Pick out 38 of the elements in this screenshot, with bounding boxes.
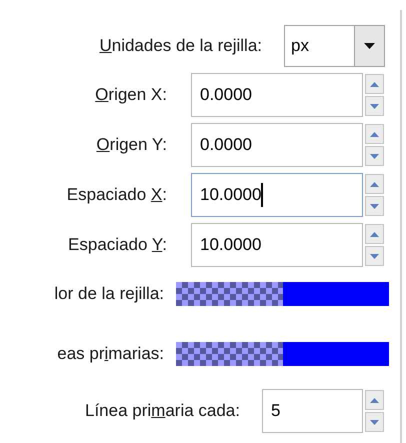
down-arrow-icon bbox=[370, 154, 379, 158]
down-arrow-icon bbox=[370, 104, 379, 108]
spin-down-button[interactable] bbox=[365, 412, 384, 432]
up-arrow-icon bbox=[370, 398, 379, 402]
spin-up-button[interactable] bbox=[365, 174, 384, 194]
spin-down-button[interactable] bbox=[365, 246, 384, 266]
spin-down-button[interactable] bbox=[365, 196, 384, 216]
field-label: Espaciado Y: bbox=[68, 234, 167, 256]
input-field[interactable]: 5 bbox=[262, 389, 363, 433]
field-label: eas primarias: bbox=[57, 343, 164, 366]
up-arrow-icon bbox=[370, 132, 379, 136]
down-arrow-icon bbox=[370, 254, 379, 258]
input-field[interactable]: 0.0000 bbox=[191, 73, 363, 117]
text-cursor bbox=[261, 183, 264, 207]
up-arrow-icon bbox=[370, 232, 379, 236]
color-swatch[interactable] bbox=[176, 282, 389, 306]
field-label: lor de la rejilla: bbox=[54, 283, 164, 306]
field-label: Unidades de la rejilla: bbox=[99, 35, 262, 58]
up-arrow-icon bbox=[370, 182, 379, 186]
input-field[interactable]: 10.0000 bbox=[191, 223, 363, 267]
down-arrow-icon bbox=[370, 204, 379, 208]
color-swatch[interactable] bbox=[176, 342, 389, 366]
field-label: Origen Y: bbox=[96, 134, 167, 156]
spin-up-button[interactable] bbox=[365, 224, 384, 244]
spin-down-button[interactable] bbox=[365, 146, 384, 166]
field-label: Espaciado X: bbox=[66, 184, 167, 206]
field-label: Línea primaria cada: bbox=[84, 400, 240, 422]
dropdown-caret-icon bbox=[364, 43, 375, 49]
units-dropdown[interactable]: px bbox=[284, 25, 385, 67]
spin-up-button[interactable] bbox=[365, 74, 384, 94]
up-arrow-icon bbox=[370, 82, 379, 86]
down-arrow-icon bbox=[370, 420, 379, 424]
spin-up-button[interactable] bbox=[365, 124, 384, 144]
input-field[interactable]: 10.0000 bbox=[191, 173, 363, 217]
field-label: Origen X: bbox=[95, 84, 167, 106]
spin-down-button[interactable] bbox=[365, 96, 384, 116]
input-field[interactable]: 0.0000 bbox=[191, 123, 363, 167]
spin-up-button[interactable] bbox=[365, 390, 384, 410]
